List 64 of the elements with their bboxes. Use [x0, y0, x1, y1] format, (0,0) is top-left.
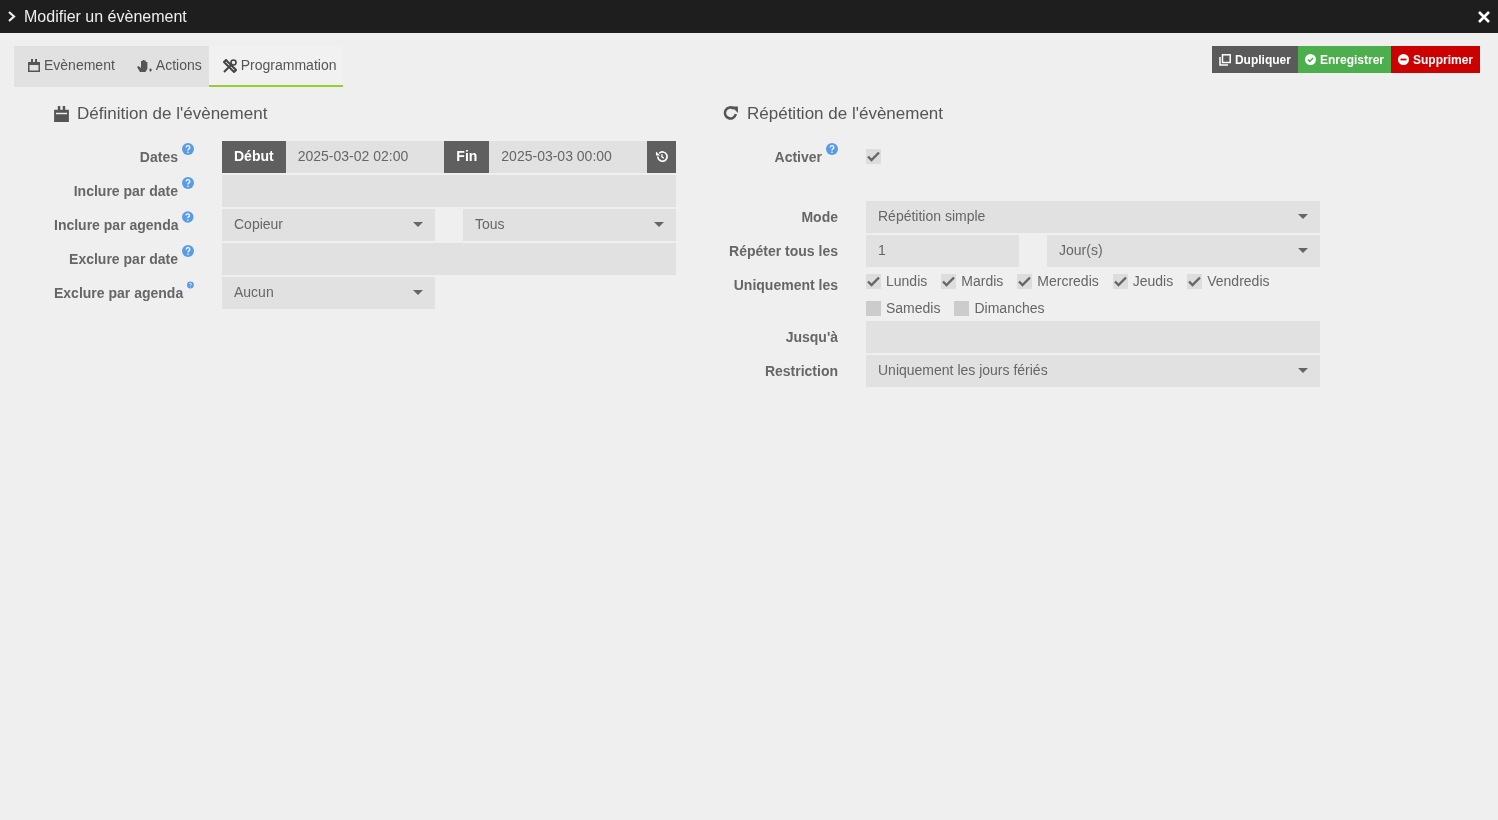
day-label: Dimanches [974, 298, 1045, 318]
day-label: Vendredis [1207, 271, 1270, 291]
checkbox[interactable] [866, 300, 881, 316]
day-label: Lundis [886, 271, 928, 291]
calendar-icon [54, 105, 69, 122]
field-label: Exclure par agenda [54, 283, 184, 303]
field-label: Mode [801, 207, 838, 227]
chevron-icon [8, 11, 16, 22]
start-label: Début [222, 140, 286, 173]
checkbox[interactable] [954, 300, 970, 316]
checkbox[interactable] [1017, 273, 1033, 289]
tab[interactable]: Actions [121, 46, 209, 87]
day-label: Mercredis [1037, 271, 1099, 291]
tab[interactable]: Evènement [14, 46, 122, 87]
history-icon [655, 150, 668, 163]
select-field[interactable]: Copieur [222, 208, 435, 241]
field-label: Inclure par agenda [54, 215, 179, 235]
select-field[interactable]: Tous [463, 208, 676, 241]
save-button[interactable]: Enregistrer [1297, 46, 1391, 73]
delete-button[interactable]: Supprimer [1391, 46, 1480, 73]
select-field[interactable]: Jour(s) [1047, 234, 1320, 267]
check-circle-icon [1304, 54, 1316, 65]
close-icon[interactable] [1478, 10, 1490, 23]
input-field[interactable] [222, 174, 676, 207]
select-field[interactable]: Uniquement les jours fériés [866, 354, 1320, 387]
input-field[interactable]: 1 [866, 234, 1019, 267]
section-title: Définition de l'évènement [77, 103, 268, 125]
duplicate-button[interactable]: Dupliquer [1211, 46, 1298, 73]
field-label: Jusqu'à [785, 327, 838, 347]
checkbox[interactable] [1187, 273, 1203, 289]
dropdown-caret-icon [1298, 248, 1308, 253]
field-label: Activer [774, 147, 822, 167]
select-field[interactable]: Aucun [222, 276, 435, 309]
dropdown-caret-icon [413, 222, 423, 227]
field-label: Exclure par date [69, 249, 178, 269]
reset-button[interactable] [647, 140, 676, 173]
checkbox[interactable] [866, 148, 881, 164]
minus-circle-icon [1398, 54, 1409, 65]
field-label: Uniquement les [733, 275, 838, 295]
day-label: Mardis [961, 271, 1004, 291]
tools-icon [222, 58, 237, 73]
refresh-icon [722, 105, 739, 123]
day-label: Samedis [886, 298, 941, 318]
input-field[interactable]: 2025-03-02 02:00 [285, 140, 445, 173]
dropdown-caret-icon [413, 290, 423, 295]
checkbox[interactable] [1112, 273, 1128, 289]
dropdown-caret-icon [1298, 368, 1308, 373]
hand-icon [135, 58, 152, 73]
field-label: Répéter tous les [729, 241, 838, 261]
checkbox[interactable] [866, 273, 881, 289]
dropdown-caret-icon [1298, 214, 1308, 219]
select-field[interactable]: Répétition simple [866, 200, 1320, 233]
copy-icon [1218, 53, 1231, 66]
section-title: Répétition de l'évènement [747, 103, 944, 125]
calendar-icon [28, 59, 40, 72]
dropdown-caret-icon [654, 222, 664, 227]
field-label: Inclure par date [73, 181, 178, 201]
field-label: Dates [139, 147, 178, 167]
checkbox[interactable] [941, 273, 957, 289]
window-title: Modifier un évènement [24, 6, 187, 27]
end-label: Fin [444, 140, 490, 173]
field-label: Restriction [764, 361, 838, 381]
day-label: Jeudis [1132, 271, 1174, 291]
input-field[interactable]: 2025-03-03 00:00 [489, 140, 647, 173]
